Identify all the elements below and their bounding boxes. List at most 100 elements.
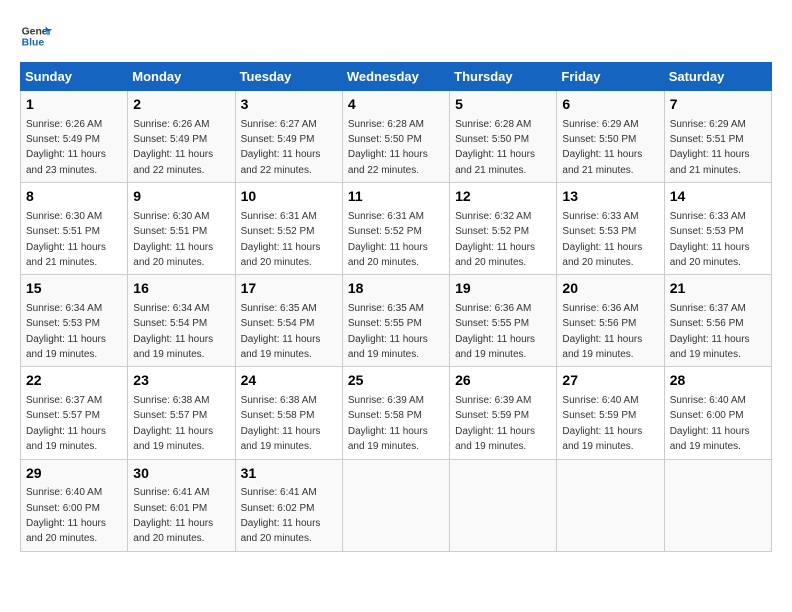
day-number: 3 [241, 95, 337, 115]
day-info: Sunrise: 6:29 AMSunset: 5:50 PMDaylight:… [562, 119, 642, 176]
logo: General Blue [20, 20, 52, 52]
calendar-day: 29 Sunrise: 6:40 AMSunset: 6:00 PMDayligh… [21, 459, 128, 551]
weekday-header: Wednesday [342, 63, 449, 91]
day-number: 22 [26, 371, 122, 391]
day-info: Sunrise: 6:28 AMSunset: 5:50 PMDaylight:… [348, 119, 428, 176]
day-info: Sunrise: 6:38 AMSunset: 5:57 PMDaylight:… [133, 395, 213, 452]
day-number: 16 [133, 279, 229, 299]
calendar-day: 16 Sunrise: 6:34 AMSunset: 5:54 PMDayligh… [128, 275, 235, 367]
day-number: 24 [241, 371, 337, 391]
day-info: Sunrise: 6:38 AMSunset: 5:58 PMDaylight:… [241, 395, 321, 452]
day-info: Sunrise: 6:31 AMSunset: 5:52 PMDaylight:… [348, 211, 428, 268]
calendar-day: 7 Sunrise: 6:29 AMSunset: 5:51 PMDaylight… [664, 91, 771, 183]
day-info: Sunrise: 6:41 AMSunset: 6:02 PMDaylight:… [241, 487, 321, 544]
header: General Blue [20, 20, 772, 52]
day-number: 9 [133, 187, 229, 207]
day-number: 5 [455, 95, 551, 115]
calendar-day [342, 459, 449, 551]
day-info: Sunrise: 6:30 AMSunset: 5:51 PMDaylight:… [133, 211, 213, 268]
day-info: Sunrise: 6:41 AMSunset: 6:01 PMDaylight:… [133, 487, 213, 544]
day-number: 17 [241, 279, 337, 299]
day-number: 1 [26, 95, 122, 115]
calendar-day: 9 Sunrise: 6:30 AMSunset: 5:51 PMDaylight… [128, 183, 235, 275]
calendar-day: 31 Sunrise: 6:41 AMSunset: 6:02 PMDayligh… [235, 459, 342, 551]
calendar-day: 28 Sunrise: 6:40 AMSunset: 6:00 PMDayligh… [664, 367, 771, 459]
calendar-day: 24 Sunrise: 6:38 AMSunset: 5:58 PMDayligh… [235, 367, 342, 459]
calendar-body: 1 Sunrise: 6:26 AMSunset: 5:49 PMDaylight… [21, 91, 772, 552]
calendar-day: 23 Sunrise: 6:38 AMSunset: 5:57 PMDayligh… [128, 367, 235, 459]
day-number: 26 [455, 371, 551, 391]
day-info: Sunrise: 6:34 AMSunset: 5:53 PMDaylight:… [26, 303, 106, 360]
calendar-header: SundayMondayTuesdayWednesdayThursdayFrid… [21, 63, 772, 91]
calendar-day: 26 Sunrise: 6:39 AMSunset: 5:59 PMDayligh… [450, 367, 557, 459]
calendar-day: 11 Sunrise: 6:31 AMSunset: 5:52 PMDayligh… [342, 183, 449, 275]
calendar-day: 17 Sunrise: 6:35 AMSunset: 5:54 PMDayligh… [235, 275, 342, 367]
day-number: 31 [241, 464, 337, 484]
calendar-day: 8Sunrise: 6:30 AMSunset: 5:51 PMDaylight… [21, 183, 128, 275]
day-info: Sunrise: 6:26 AMSunset: 5:49 PMDaylight:… [133, 119, 213, 176]
day-number: 14 [670, 187, 766, 207]
day-info: Sunrise: 6:40 AMSunset: 6:00 PMDaylight:… [26, 487, 106, 544]
day-number: 25 [348, 371, 444, 391]
day-info: Sunrise: 6:35 AMSunset: 5:54 PMDaylight:… [241, 303, 321, 360]
calendar-day [557, 459, 664, 551]
weekday-header: Friday [557, 63, 664, 91]
day-info: Sunrise: 6:34 AMSunset: 5:54 PMDaylight:… [133, 303, 213, 360]
calendar-day [664, 459, 771, 551]
logo-icon: General Blue [20, 20, 52, 52]
calendar-week: 1 Sunrise: 6:26 AMSunset: 5:49 PMDaylight… [21, 91, 772, 183]
weekday-header: Tuesday [235, 63, 342, 91]
calendar-day: 22 Sunrise: 6:37 AMSunset: 5:57 PMDayligh… [21, 367, 128, 459]
day-info: Sunrise: 6:39 AMSunset: 5:59 PMDaylight:… [455, 395, 535, 452]
calendar-week: 15Sunrise: 6:34 AMSunset: 5:53 PMDayligh… [21, 275, 772, 367]
calendar-day: 15Sunrise: 6:34 AMSunset: 5:53 PMDayligh… [21, 275, 128, 367]
day-number: 30 [133, 464, 229, 484]
day-info: Sunrise: 6:40 AMSunset: 6:00 PMDaylight:… [670, 395, 750, 452]
calendar-day: 25Sunrise: 6:39 AMSunset: 5:58 PMDayligh… [342, 367, 449, 459]
day-info: Sunrise: 6:31 AMSunset: 5:52 PMDaylight:… [241, 211, 321, 268]
day-number: 19 [455, 279, 551, 299]
day-info: Sunrise: 6:36 AMSunset: 5:56 PMDaylight:… [562, 303, 642, 360]
day-number: 28 [670, 371, 766, 391]
svg-text:Blue: Blue [22, 38, 45, 49]
weekday-header: Thursday [450, 63, 557, 91]
calendar-week: 22 Sunrise: 6:37 AMSunset: 5:57 PMDayligh… [21, 367, 772, 459]
day-info: Sunrise: 6:33 AMSunset: 5:53 PMDaylight:… [670, 211, 750, 268]
calendar-day: 19 Sunrise: 6:36 AMSunset: 5:55 PMDayligh… [450, 275, 557, 367]
day-number: 2 [133, 95, 229, 115]
day-number: 23 [133, 371, 229, 391]
day-number: 11 [348, 187, 444, 207]
calendar-day: 4Sunrise: 6:28 AMSunset: 5:50 PMDaylight… [342, 91, 449, 183]
day-number: 10 [241, 187, 337, 207]
calendar-day: 5Sunrise: 6:28 AMSunset: 5:50 PMDaylight… [450, 91, 557, 183]
calendar-week: 29 Sunrise: 6:40 AMSunset: 6:00 PMDayligh… [21, 459, 772, 551]
day-info: Sunrise: 6:35 AMSunset: 5:55 PMDaylight:… [348, 303, 428, 360]
calendar-day: 14 Sunrise: 6:33 AMSunset: 5:53 PMDayligh… [664, 183, 771, 275]
calendar-day: 1 Sunrise: 6:26 AMSunset: 5:49 PMDaylight… [21, 91, 128, 183]
day-info: Sunrise: 6:37 AMSunset: 5:56 PMDaylight:… [670, 303, 750, 360]
calendar-table: SundayMondayTuesdayWednesdayThursdayFrid… [20, 62, 772, 552]
calendar-day: 12 Sunrise: 6:32 AMSunset: 5:52 PMDayligh… [450, 183, 557, 275]
day-info: Sunrise: 6:36 AMSunset: 5:55 PMDaylight:… [455, 303, 535, 360]
calendar-day: 6Sunrise: 6:29 AMSunset: 5:50 PMDaylight… [557, 91, 664, 183]
day-info: Sunrise: 6:37 AMSunset: 5:57 PMDaylight:… [26, 395, 106, 452]
day-info: Sunrise: 6:29 AMSunset: 5:51 PMDaylight:… [670, 119, 750, 176]
weekday-header: Monday [128, 63, 235, 91]
day-number: 21 [670, 279, 766, 299]
weekday-header: Sunday [21, 63, 128, 91]
day-number: 18 [348, 279, 444, 299]
day-number: 12 [455, 187, 551, 207]
day-info: Sunrise: 6:26 AMSunset: 5:49 PMDaylight:… [26, 119, 106, 176]
day-number: 20 [562, 279, 658, 299]
day-info: Sunrise: 6:33 AMSunset: 5:53 PMDaylight:… [562, 211, 642, 268]
day-number: 29 [26, 464, 122, 484]
calendar-day: 3Sunrise: 6:27 AMSunset: 5:49 PMDaylight… [235, 91, 342, 183]
day-number: 7 [670, 95, 766, 115]
calendar-day: 13Sunrise: 6:33 AMSunset: 5:53 PMDayligh… [557, 183, 664, 275]
calendar-week: 8 Sunrise: 6:30 AMSunset: 5:51 PMDaylight… [21, 183, 772, 275]
header-row: SundayMondayTuesdayWednesdayThursdayFrid… [21, 63, 772, 91]
day-info: Sunrise: 6:32 AMSunset: 5:52 PMDaylight:… [455, 211, 535, 268]
day-number: 8 [26, 187, 122, 207]
calendar-day: 10 Sunrise: 6:31 AMSunset: 5:52 PMDayligh… [235, 183, 342, 275]
day-number: 27 [562, 371, 658, 391]
